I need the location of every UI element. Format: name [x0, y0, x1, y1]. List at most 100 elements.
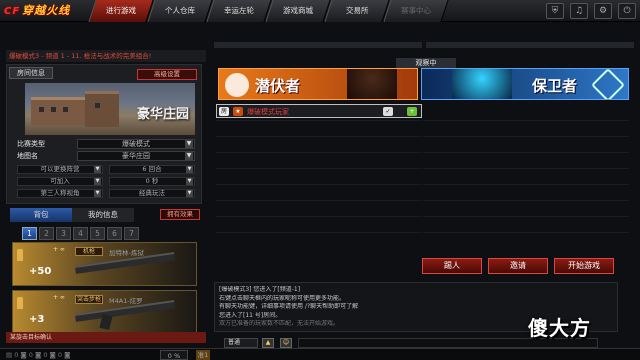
- chat-line: 有聊天功能键，详细事项请使用 /?聊天帮助即可了解: [219, 303, 359, 310]
- chevron-down-icon[interactable]: ▼: [185, 140, 193, 148]
- main-nav: 进行游戏 个人仓库 幸运左轮 游戏商城 交易所 赛事中心: [88, 0, 449, 22]
- item-count: +50: [29, 266, 52, 277]
- shield-icon[interactable]: ⛨: [546, 3, 564, 19]
- chevron-down-icon[interactable]: ▼: [186, 178, 193, 185]
- match-type-label: 比赛类型: [17, 140, 45, 148]
- page-button[interactable]: 6: [107, 227, 122, 240]
- map-row: 地图名 豪华庄园 ▼: [17, 151, 195, 162]
- option-row: 可以更换阵营 ▼ 6 回合 ▼: [17, 165, 195, 175]
- weapon-grip: [99, 313, 113, 331]
- item-count: +3: [29, 314, 45, 325]
- item-name: M4A1-炫罗: [109, 297, 143, 305]
- top-bar: CF 穿越火线 进行游戏 个人仓库 幸运左轮 游戏商城 交易所 赛事中心 ⛨ ♫ …: [0, 0, 640, 22]
- match-type-select[interactable]: 爆破模式 ▼: [77, 139, 195, 149]
- room-info-tab[interactable]: 房间信息: [9, 67, 53, 79]
- bag-pagination: 1 2 3 4 5 6 7: [22, 227, 139, 240]
- power-icon[interactable]: ⏻: [618, 3, 636, 19]
- player-slot[interactable]: 房 ★ 爆破模式玩家 ✓ +: [216, 104, 422, 118]
- tab-play[interactable]: 进行游戏: [88, 0, 154, 22]
- bag-item-rifle[interactable]: + ∞ 突击步枪 M4A1-炫罗 +3: [12, 290, 197, 334]
- invite-button[interactable]: 邀请: [488, 258, 548, 274]
- page-button[interactable]: 4: [73, 227, 88, 240]
- map-name: 豪华庄园: [136, 107, 189, 122]
- bell-icon[interactable]: ♫: [570, 3, 588, 19]
- chevron-down-icon[interactable]: ▼: [186, 190, 193, 197]
- team-t-soldier-image: [347, 69, 397, 99]
- room-panel: 房间信息 高级设置 豪华庄园 比赛类型 爆破模式 ▼ 地图名 豪华庄园 ▼ 可以更换…: [6, 64, 202, 204]
- option-row: 第三人称视角 ▼ 经典玩法 ▼: [17, 189, 195, 199]
- team-ct-name: 保卫者: [532, 77, 578, 95]
- tab-exchange[interactable]: 交易所: [324, 0, 390, 22]
- team-ct-slots: [423, 120, 629, 254]
- bottom-bar: ▤ 0 ◙ 0 ◙ 0 ◙ 0 ◙ 0 % 准1: [0, 348, 640, 360]
- team-banner-ct[interactable]: 保卫者: [421, 68, 629, 100]
- watermark: 傻大方: [528, 316, 591, 340]
- tab-inventory[interactable]: 个人仓库: [147, 0, 213, 22]
- page-button[interactable]: 2: [39, 227, 54, 240]
- bottom-icons: ▤ 0 ◙ 0 ◙ 0 ◙ 0 ◙: [6, 351, 71, 359]
- room-actions: 踢人 邀请 开始游戏: [422, 258, 614, 274]
- play-style-select[interactable]: 经典玩法 ▼: [109, 189, 195, 198]
- tab-my-info[interactable]: 我的信息: [72, 208, 134, 222]
- item-type-tag: 突击步枪: [75, 295, 103, 304]
- map-preview: 豪华庄园: [25, 83, 195, 135]
- option-row: 可加入 ▼ 0 秒 ▼: [17, 177, 195, 187]
- tab-tournament[interactable]: 赛事中心: [383, 0, 449, 22]
- emote-icon[interactable]: ☺: [280, 338, 292, 348]
- third-person-select[interactable]: 第三人称视角 ▼: [17, 189, 103, 198]
- chevron-down-icon[interactable]: ▼: [94, 166, 101, 173]
- ready-icon: ✓: [383, 107, 393, 116]
- chevron-down-icon[interactable]: ▼: [94, 178, 101, 185]
- rank-icon: ★: [233, 107, 243, 116]
- top-icons: ⛨ ♫ ⚙ ⏻: [546, 3, 636, 19]
- delay-select[interactable]: 0 秒 ▼: [109, 177, 195, 186]
- page-button[interactable]: 1: [22, 227, 37, 240]
- ammo-icon: [17, 297, 23, 309]
- chevron-down-icon[interactable]: ▼: [185, 152, 193, 160]
- chevron-down-icon[interactable]: ▼: [94, 190, 101, 197]
- mode-banner: 爆破模式3 - 频道 1 - 11. 枪法与战术的完美组合!: [6, 50, 206, 62]
- bag-item-machinegun[interactable]: + ∞ 机枪 加特林-炼狱 +50: [12, 242, 197, 286]
- tab-store[interactable]: 游戏商城: [265, 0, 331, 22]
- team-t-slots: [216, 120, 422, 254]
- page-button[interactable]: 5: [90, 227, 105, 240]
- add-friend-icon[interactable]: +: [407, 107, 417, 116]
- team-t-name: 潜伏者: [255, 77, 301, 95]
- advanced-settings-button[interactable]: 高级设置: [137, 69, 197, 80]
- status-strip: 某旋击目标确认: [6, 332, 206, 343]
- player-name[interactable]: 爆破模式玩家: [247, 107, 289, 117]
- kick-button[interactable]: 踢人: [422, 258, 482, 274]
- game-logo: CF 穿越火线: [4, 4, 71, 17]
- chevron-up-icon[interactable]: ▲: [262, 338, 274, 348]
- item-name: 加特林-炼狱: [109, 249, 144, 257]
- room-top-bar: [214, 38, 634, 52]
- team-ct-soldier-image: [452, 69, 512, 99]
- rounds-select[interactable]: 6 回合 ▼: [109, 165, 195, 174]
- map-label: 地图名: [17, 152, 38, 160]
- map-select[interactable]: 豪华庄园 ▼: [77, 151, 195, 161]
- team-t-emblem-icon: [225, 73, 249, 97]
- item-plus: + ∞: [53, 294, 65, 301]
- logo-text: 穿越火线: [22, 4, 71, 17]
- team-ct-emblem-icon: [591, 69, 625, 99]
- progress-percent: 0 %: [160, 350, 188, 360]
- chat-line: 右键点击聊天框内的玩家昵称可使用更多功能。: [219, 294, 346, 302]
- spectator-label[interactable]: 观察中: [396, 58, 456, 68]
- chat-channel-select[interactable]: 普通: [224, 338, 258, 348]
- item-plus: + ∞: [53, 246, 65, 253]
- gear-icon[interactable]: ⚙: [594, 3, 612, 19]
- chevron-down-icon[interactable]: ▼: [186, 166, 193, 173]
- page-button[interactable]: 3: [56, 227, 71, 240]
- chat-line: [爆破模式3] 您进入了[频道-1]: [219, 286, 301, 293]
- page-button[interactable]: 7: [124, 227, 139, 240]
- item-type-tag: 机枪: [75, 247, 103, 256]
- joinable-select[interactable]: 可加入 ▼: [17, 177, 103, 186]
- room-host-icon: 房: [219, 107, 229, 116]
- start-game-button[interactable]: 开始游戏: [554, 258, 614, 274]
- tab-lucky-revolver[interactable]: 幸运左轮: [206, 0, 272, 22]
- own-effects-button[interactable]: 拥有效果: [160, 209, 200, 220]
- tab-backpack[interactable]: 背包: [10, 208, 72, 222]
- bag-tabs: 背包 我的信息: [10, 208, 134, 222]
- team-banner-t[interactable]: 潜伏者: [218, 68, 418, 100]
- switch-team-select[interactable]: 可以更换阵营 ▼: [17, 165, 103, 174]
